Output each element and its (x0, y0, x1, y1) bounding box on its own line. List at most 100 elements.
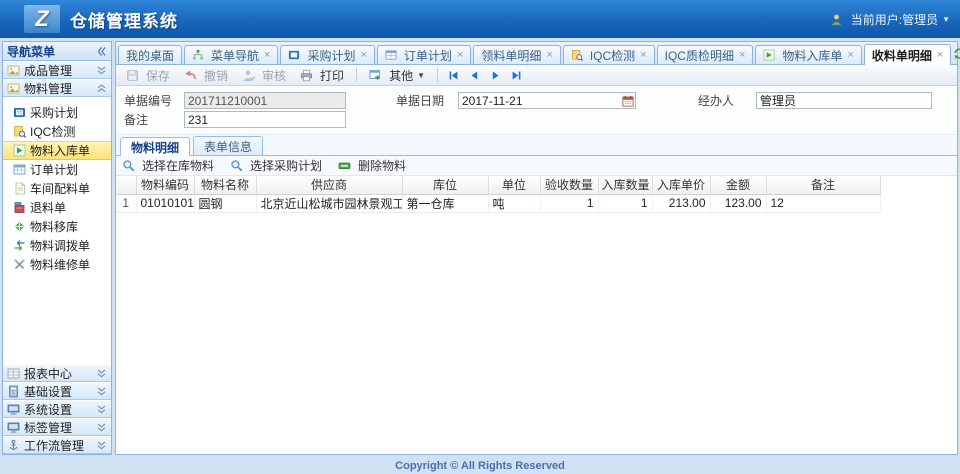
col-header-remark[interactable]: 备注 (766, 176, 880, 194)
tab-close-icon[interactable]: × (360, 49, 366, 61)
monitor-icon (7, 421, 20, 434)
print-button[interactable]: 打印 (294, 66, 350, 85)
undo-icon (184, 69, 197, 82)
tab-label: IQC检测 (590, 47, 635, 64)
sidebar-item-purchase-plan[interactable]: 采购计划 (3, 103, 111, 122)
delete-material-button[interactable]: 删除物料 (338, 157, 406, 174)
other-menu-button[interactable]: 其他 ▼ (363, 66, 431, 85)
calculator-icon (7, 385, 20, 398)
tab-iqc-inspect[interactable]: IQC检测 × (563, 45, 655, 64)
sidebar-panel-workflow-mgmt[interactable]: 工作流管理 (3, 436, 111, 454)
first-record-button[interactable] (444, 68, 463, 83)
save-icon (126, 69, 139, 82)
undo-button[interactable]: 撤销 (178, 66, 234, 85)
caret-down-icon: ▼ (942, 15, 950, 24)
picture-icon (7, 82, 20, 95)
tab-material-inbound[interactable]: 物料入库单 × (755, 45, 861, 64)
cell-name: 圆钢 (194, 194, 256, 212)
sidebar-item-workshop-material[interactable]: 车间配料单 (3, 179, 111, 198)
sidebar-panel-report-center[interactable]: 报表中心 (3, 364, 111, 382)
content-panel: 我的桌面 菜单导航× 采购计划 × 订单计划× 领料单明细× IQC检测 × (115, 41, 958, 455)
chevron-double-down-icon (96, 368, 107, 379)
col-header-price[interactable]: 入库单价 (652, 176, 710, 194)
sidebar-item-material-repair[interactable]: 物料维修单 (3, 255, 111, 274)
subtab-label: 物料明细 (131, 139, 179, 156)
tab-close-icon[interactable]: × (739, 49, 745, 61)
calendar-button[interactable] (620, 93, 635, 108)
tab-menu-nav[interactable]: 菜单导航× (184, 45, 278, 64)
button-label: 审核 (262, 67, 286, 84)
select-stock-material-button[interactable]: 选择在库物料 (122, 157, 214, 174)
doc-no-input[interactable] (184, 92, 346, 109)
sidebar-item-material-inbound[interactable]: 物料入库单 (3, 141, 111, 160)
col-header-rownum (116, 176, 136, 194)
sidebar-item-order-plan[interactable]: 订单计划 (3, 160, 111, 179)
prev-record-button[interactable] (465, 68, 484, 83)
sidebar-item-iqc-inspect[interactable]: IQC检测 (3, 122, 111, 141)
inbound-doc-icon (763, 49, 775, 61)
grid-row[interactable]: 1 0101010106 圆钢 北京近山松城市园林景观工程有限 第一仓库 吨 1… (116, 194, 880, 212)
sidebar-item-material-move[interactable]: 物料移库 (3, 217, 111, 236)
app-header: Z 仓储管理系统 当前用户:管理员 ▼ (0, 0, 960, 38)
minus-card-icon (338, 159, 351, 172)
next-record-button[interactable] (486, 68, 505, 83)
collapse-sidebar-icon[interactable] (96, 46, 107, 57)
sidebar-item-label: 采购计划 (30, 104, 78, 121)
tab-requisition-detail[interactable]: 领料单明细× (473, 45, 560, 64)
sidebar-panel-system-settings[interactable]: 系统设置 (3, 400, 111, 418)
grid-header-row: 物料编码 物料名称 供应商 库位 单位 验收数量 入库数量 入库单价 金额 备注 (116, 176, 880, 194)
tab-order-plan[interactable]: 订单计划× (377, 45, 471, 64)
copyright-text: Copyright © All Rights Reserved (395, 460, 565, 472)
col-header-code[interactable]: 物料编码 (136, 176, 194, 194)
subtab-strip: 物料明细 表单信息 (116, 135, 957, 156)
sidebar-panel-basic-settings[interactable]: 基础设置 (3, 382, 111, 400)
tab-label: 采购计划 (307, 47, 355, 64)
audit-button[interactable]: 审核 (236, 66, 292, 85)
tab-my-desktop[interactable]: 我的桌面 (118, 45, 182, 64)
subtab-material-detail[interactable]: 物料明细 (120, 137, 190, 156)
magnifier-icon (230, 159, 243, 172)
select-purchase-plan-button[interactable]: 选择采购计划 (230, 157, 322, 174)
col-header-unit[interactable]: 单位 (488, 176, 540, 194)
tab-strip: 我的桌面 菜单导航× 采购计划 × 订单计划× 领料单明细× IQC检测 × (116, 42, 957, 65)
printer-icon (300, 69, 313, 82)
tab-close-icon[interactable]: × (264, 49, 270, 61)
doc-date-label: 单据日期 (396, 92, 458, 109)
sidebar-title: 导航菜单 (7, 43, 55, 60)
sidebar-panel-product-mgmt[interactable]: 成品管理 (3, 61, 111, 79)
tab-close-icon[interactable]: × (546, 49, 552, 61)
sidebar-panel-material-mgmt[interactable]: 物料管理 (3, 79, 111, 97)
tab-purchase-plan[interactable]: 采购计划 × (280, 45, 374, 64)
tab-close-icon[interactable]: × (937, 49, 943, 61)
tab-iqc-quality-detail[interactable]: IQC质检明细× (657, 45, 754, 64)
sidebar-item-material-return[interactable]: 退料单 (3, 198, 111, 217)
subtab-form-info[interactable]: 表单信息 (193, 136, 263, 155)
panel-label: 基础设置 (24, 383, 96, 400)
tab-close-icon[interactable]: × (457, 49, 463, 61)
tab-label: 物料入库单 (782, 47, 842, 64)
caret-down-icon: ▼ (417, 71, 425, 80)
panel-label: 标签管理 (24, 419, 96, 436)
sidebar-panel-label-mgmt[interactable]: 标签管理 (3, 418, 111, 436)
user-menu[interactable]: 当前用户:管理员 ▼ (830, 11, 950, 28)
save-button[interactable]: 保存 (120, 66, 176, 85)
tab-close-icon[interactable]: × (847, 49, 853, 61)
button-label: 保存 (146, 67, 170, 84)
col-header-qty-checked[interactable]: 验收数量 (540, 176, 598, 194)
refresh-icon[interactable] (953, 47, 960, 60)
last-record-button[interactable] (507, 68, 526, 83)
tab-receipt-detail[interactable]: 收料单明细× (864, 44, 951, 65)
tab-close-icon[interactable]: × (640, 49, 646, 61)
col-header-name[interactable]: 物料名称 (194, 176, 256, 194)
handler-input[interactable] (756, 92, 932, 109)
col-header-amount[interactable]: 金额 (710, 176, 766, 194)
col-header-supplier[interactable]: 供应商 (256, 176, 402, 194)
sidebar-item-material-transfer[interactable]: 物料调拨单 (3, 236, 111, 255)
col-header-qty-in[interactable]: 入库数量 (598, 176, 652, 194)
panel-label: 成品管理 (24, 62, 96, 79)
doc-date-input[interactable] (458, 92, 636, 109)
col-header-location[interactable]: 库位 (402, 176, 488, 194)
sidebar-item-label: 退料单 (30, 199, 66, 216)
button-label: 选择采购计划 (250, 157, 322, 174)
remark-input[interactable] (184, 111, 346, 128)
